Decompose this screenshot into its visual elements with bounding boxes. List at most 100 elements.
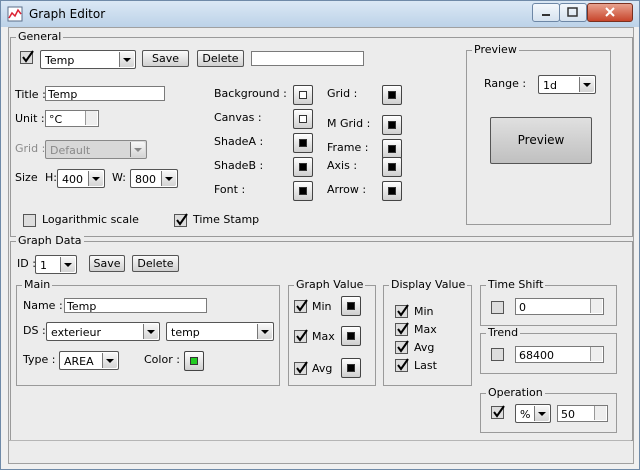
operation-value-spinner[interactable]: 50 (557, 405, 608, 422)
graph-value-legend: Graph Value (294, 278, 366, 291)
graph-app-icon (7, 6, 23, 22)
series-color-swatch[interactable] (184, 351, 204, 371)
unit-select[interactable]: °C (45, 110, 99, 127)
grid-label: Grid : (15, 142, 46, 155)
spin-down-icon[interactable] (85, 118, 97, 125)
spin-up-icon[interactable] (85, 111, 97, 118)
trend-spinner[interactable]: 68400 (515, 346, 604, 363)
operation-select[interactable]: % (515, 404, 551, 423)
preview-button[interactable]: Preview (490, 117, 592, 164)
graph-max-color-swatch[interactable] (341, 326, 361, 346)
checkmark-icon (296, 361, 308, 374)
graph-avg-checkbox[interactable] (294, 361, 308, 375)
graph-select[interactable]: Temp (40, 50, 136, 69)
chevron-down-icon (88, 171, 103, 186)
data-save-button[interactable]: Save (89, 255, 125, 272)
graph-name-field[interactable] (251, 51, 364, 66)
display-max-checkbox[interactable] (395, 322, 409, 336)
logarithmic-scale-checkbox[interactable] (23, 214, 36, 227)
unit-label: Unit : (15, 112, 45, 125)
checkmark-icon (397, 304, 409, 317)
arrow-label: Arrow : (327, 183, 367, 196)
graph-enabled-checkbox[interactable] (20, 50, 34, 64)
logarithmic-scale-label: Logarithmic scale (42, 213, 139, 226)
font-color-swatch[interactable] (293, 181, 313, 201)
minimize-button[interactable] (532, 3, 560, 22)
display-last-label: Last (414, 359, 437, 372)
frame-color-swatch[interactable] (382, 139, 402, 159)
ds-select[interactable]: exterieur (46, 322, 160, 341)
general-delete-button[interactable]: Delete (197, 50, 244, 67)
canvas-color-swatch[interactable] (293, 109, 313, 129)
spin-up-icon[interactable] (594, 406, 606, 413)
time-shift-spinner[interactable]: 0 (515, 298, 604, 315)
title-field[interactable]: Temp (45, 86, 165, 101)
graph-min-checkbox[interactable] (294, 299, 308, 313)
maximize-icon (567, 7, 578, 17)
background-color-swatch[interactable] (293, 85, 313, 105)
main-legend: Main (22, 278, 53, 291)
arrow-color-swatch[interactable] (382, 181, 402, 201)
type-select[interactable]: AREA (59, 351, 119, 370)
spin-down-icon[interactable] (590, 306, 602, 313)
graph-data-section: Graph Data ID : 1 Save Delete Main Name … (10, 234, 633, 441)
shadea-color-swatch[interactable] (293, 133, 313, 153)
ds-field-select[interactable]: temp (166, 322, 274, 341)
shadea-label: ShadeA : (214, 135, 264, 148)
close-icon (605, 7, 615, 17)
size-label: Size (15, 171, 38, 184)
trend-checkbox[interactable] (491, 348, 504, 361)
spin-up-icon[interactable] (590, 299, 602, 306)
graph-avg-color-swatch[interactable] (341, 358, 361, 378)
data-delete-button[interactable]: Delete (132, 255, 179, 272)
height-select[interactable]: 400 (57, 169, 105, 188)
close-button[interactable] (587, 3, 633, 22)
display-min-checkbox[interactable] (395, 304, 409, 318)
display-max-label: Max (414, 323, 437, 336)
preview-section: Preview Range : 1d Preview (466, 43, 611, 225)
ds-label: DS : (23, 324, 46, 337)
mgrid-label: M Grid : (327, 117, 371, 130)
display-last-checkbox[interactable] (395, 358, 409, 372)
general-legend: General (16, 30, 64, 43)
time-shift-checkbox[interactable] (491, 301, 504, 314)
general-save-button[interactable]: Save (142, 50, 189, 67)
maximize-button[interactable] (559, 3, 587, 22)
grid-color-label: Grid : (327, 87, 358, 100)
minimize-icon (542, 14, 550, 16)
graph-editor-window: Graph Editor General Temp Save Delete Ti… (0, 0, 640, 470)
graph-value-section: Graph Value Min Max Avg (288, 278, 376, 386)
graph-min-label: Min (312, 300, 332, 313)
spin-up-icon[interactable] (590, 347, 602, 354)
chevron-down-icon (143, 324, 158, 339)
chevron-down-icon (534, 406, 549, 421)
height-label: H: (45, 171, 57, 184)
mgrid-color-swatch[interactable] (382, 115, 402, 135)
operation-legend: Operation (486, 386, 545, 399)
width-select[interactable]: 800 (130, 169, 178, 188)
color-label: Color : (144, 353, 180, 366)
name-field[interactable]: Temp (64, 298, 207, 313)
display-avg-checkbox[interactable] (395, 340, 409, 354)
grid-select[interactable]: Default (45, 140, 147, 159)
graph-max-label: Max (312, 330, 335, 343)
operation-checkbox[interactable] (491, 405, 505, 419)
checkmark-icon (296, 329, 308, 342)
background-label: Background : (214, 87, 287, 100)
id-select[interactable]: 1 (35, 255, 77, 274)
name-label: Name : (23, 299, 63, 312)
spin-down-icon[interactable] (594, 413, 606, 420)
axis-color-swatch[interactable] (382, 157, 402, 177)
spin-down-icon[interactable] (590, 354, 602, 361)
range-select[interactable]: 1d (538, 75, 596, 94)
width-label: W: (112, 171, 126, 184)
chevron-down-icon (102, 353, 117, 368)
graph-max-checkbox[interactable] (294, 329, 308, 343)
title-bar[interactable]: Graph Editor (1, 1, 639, 27)
checkmark-icon (397, 340, 409, 353)
grid-color-swatch[interactable] (382, 85, 402, 105)
shadeb-color-swatch[interactable] (293, 157, 313, 177)
graph-min-color-swatch[interactable] (341, 296, 361, 316)
checkmark-icon (397, 358, 409, 371)
timestamp-checkbox[interactable] (174, 213, 188, 227)
